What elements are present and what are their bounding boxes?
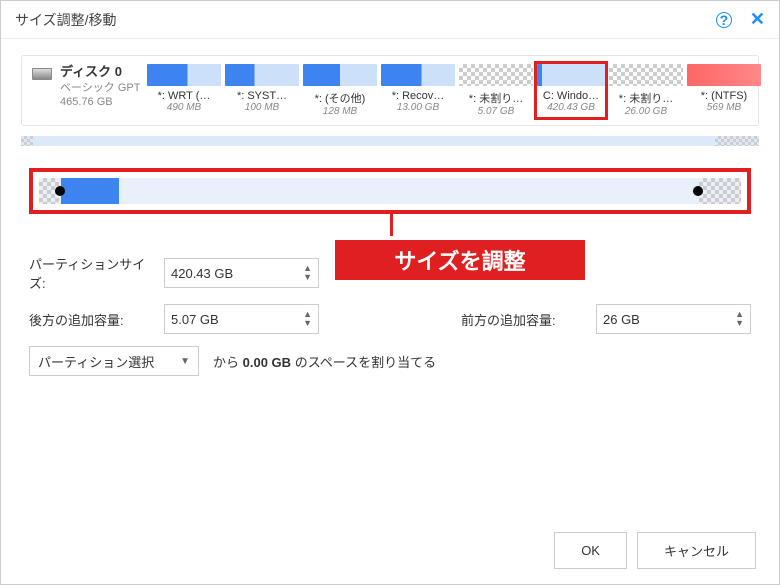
partition-size-spinner[interactable]: 420.43 GB ▲▼ <box>164 258 319 288</box>
space-before-label: 前方の追加容量: <box>461 310 586 329</box>
disk-icon <box>32 68 52 80</box>
callout-connector <box>390 210 393 236</box>
slider-unalloc-right <box>699 178 741 204</box>
partition-4[interactable]: *: 未割り…5.07 GB <box>459 64 533 117</box>
partition-size: 5.07 GB <box>478 106 515 117</box>
partition-bar <box>381 64 455 86</box>
partition-list: *: WRT (…490 MB*: SYST…100 MB*: (その他)128… <box>147 64 761 117</box>
slider-used <box>61 178 119 204</box>
cancel-button[interactable]: キャンセル <box>637 532 756 569</box>
partition-select-dropdown[interactable]: パーティション選択 ▼ <box>29 346 199 376</box>
partition-label: *: SYST… <box>225 90 299 102</box>
space-after-label: 後方の追加容量: <box>29 310 154 329</box>
partition-label: *: 未割り… <box>609 90 683 106</box>
slider-track <box>39 178 741 204</box>
dialog-footer: OK キャンセル <box>554 532 756 569</box>
space-before-spinner[interactable]: 26 GB ▲▼ <box>596 304 751 334</box>
allocate-text: から 0.00 GB のスペースを割り当てる <box>213 352 436 371</box>
help-icon[interactable]: ? <box>716 12 732 28</box>
partition-size: 569 MB <box>707 102 741 113</box>
partition-bar <box>537 64 605 86</box>
partition-label: *: WRT (… <box>147 90 221 102</box>
spinner-arrows-icon[interactable]: ▲▼ <box>303 310 312 328</box>
slider-handle-right[interactable] <box>693 186 703 196</box>
partition-bar <box>303 64 377 86</box>
partition-1[interactable]: *: SYST…100 MB <box>225 64 299 117</box>
partition-slider[interactable] <box>29 168 751 214</box>
space-after-value: 5.07 GB <box>171 312 219 327</box>
partition-size: 490 MB <box>167 102 201 113</box>
dialog-title: サイズ調整/移動 <box>15 10 116 30</box>
slider-handle-left[interactable] <box>55 186 65 196</box>
partition-size: 13.00 GB <box>397 102 439 113</box>
chevron-down-icon: ▼ <box>180 356 190 367</box>
partition-label: *: Recov… <box>381 90 455 102</box>
disk-timeline <box>21 136 759 146</box>
partition-label: *: (NTFS) <box>687 90 761 102</box>
partition-size: 26.00 GB <box>625 106 667 117</box>
callout-adjust-size: サイズを調整 <box>335 240 585 280</box>
partition-bar <box>459 64 533 86</box>
partition-0[interactable]: *: WRT (…490 MB <box>147 64 221 117</box>
partition-size: 420.43 GB <box>547 102 595 113</box>
partition-bar <box>687 64 761 86</box>
partition-6[interactable]: *: 未割り…26.00 GB <box>609 64 683 117</box>
partition-7[interactable]: *: (NTFS)569 MB <box>687 64 761 117</box>
partition-label: C: Windo… <box>537 90 605 102</box>
disk-overview: ディスク 0 ベーシック GPT 465.76 GB *: WRT (…490 … <box>21 55 759 126</box>
space-before-value: 26 GB <box>603 312 640 327</box>
partition-bar <box>609 64 683 86</box>
partition-bar <box>225 64 299 86</box>
titlebar: サイズ調整/移動 ? ✕ <box>1 1 779 39</box>
spinner-arrows-icon[interactable]: ▲▼ <box>303 264 312 282</box>
disk-name: ディスク 0 <box>60 64 140 81</box>
resize-move-dialog: サイズ調整/移動 ? ✕ ディスク 0 ベーシック GPT 465.76 GB … <box>0 0 780 585</box>
partition-2[interactable]: *: (その他)128 MB <box>303 64 377 117</box>
partition-3[interactable]: *: Recov…13.00 GB <box>381 64 455 117</box>
titlebar-icons: ? ✕ <box>716 9 765 30</box>
close-icon[interactable]: ✕ <box>750 9 765 30</box>
partition-bar <box>147 64 221 86</box>
partition-size-value: 420.43 GB <box>171 266 233 281</box>
partition-5[interactable]: C: Windo…420.43 GB <box>534 61 608 120</box>
partition-size: 128 MB <box>323 106 357 117</box>
partition-label: *: 未割り… <box>459 90 533 106</box>
space-after-spinner[interactable]: 5.07 GB ▲▼ <box>164 304 319 334</box>
disk-info: ディスク 0 ベーシック GPT 465.76 GB <box>32 64 142 109</box>
disk-size: 465.76 GB <box>60 95 140 109</box>
partition-size-label: パーティションサイズ: <box>29 254 154 292</box>
spinner-arrows-icon[interactable]: ▲▼ <box>735 310 744 328</box>
partition-label: *: (その他) <box>303 90 377 106</box>
ok-button[interactable]: OK <box>554 532 627 569</box>
partition-select-value: パーティション選択 <box>38 352 154 371</box>
disk-type: ベーシック GPT <box>60 81 140 95</box>
partition-size: 100 MB <box>245 102 279 113</box>
